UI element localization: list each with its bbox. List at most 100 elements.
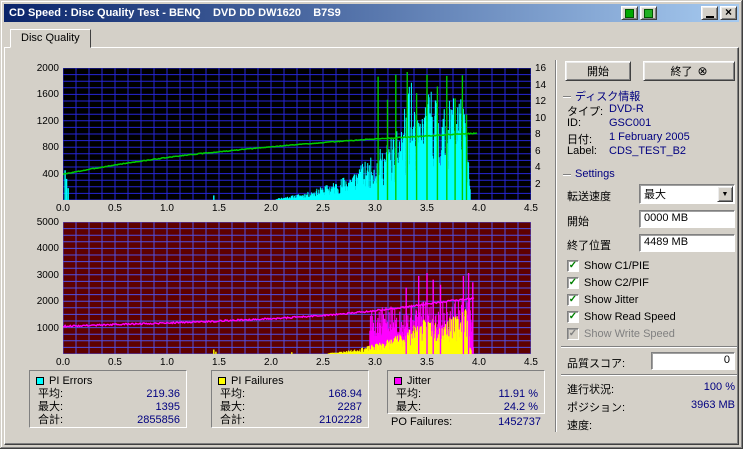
position-row: ポジション: 3963 MB xyxy=(567,399,735,415)
titlebar[interactable]: CD Speed : Disc Quality Test - BENQ DVD … xyxy=(4,4,739,22)
axis-tick: 2.0 xyxy=(264,203,278,214)
speed-select-label: 転送速度 xyxy=(567,191,611,203)
check-icon: ✓ xyxy=(568,311,578,322)
disc-info-header: ディスク情報 xyxy=(563,88,640,104)
position-value: 3963 MB xyxy=(690,399,735,411)
minimize-icon xyxy=(705,15,714,18)
axis-tick: 0.5 xyxy=(108,203,122,214)
axis-tick: 14 xyxy=(535,79,547,91)
disc-id-label: ID: xyxy=(567,117,582,129)
axis-tick: 2000 xyxy=(36,63,59,74)
axis-tick: 1.5 xyxy=(212,203,226,214)
speed-row: 速度: xyxy=(567,417,735,433)
disc-label-label: Label: xyxy=(567,145,597,157)
group-line xyxy=(563,95,571,97)
disc-type-value: DVD-R xyxy=(609,103,644,115)
legend-row: 最大: 1395 xyxy=(38,401,180,413)
axis-tick: 0.0 xyxy=(56,203,70,214)
chart-plot xyxy=(63,222,531,354)
axis-tick: 2000 xyxy=(36,296,59,308)
legend-title: PI Errors xyxy=(49,375,93,387)
legend-row: 平均: 11.91 % xyxy=(396,388,538,400)
chevron-down-icon: ▼ xyxy=(721,190,729,198)
axis-tick: 1600 xyxy=(36,89,59,101)
po-failures-row: PO Failures: 1452737 xyxy=(391,416,541,428)
axis-tick: 6 xyxy=(535,145,541,157)
axis-tick: 3.5 xyxy=(420,203,434,214)
jitter-swatch-icon xyxy=(394,377,402,385)
axis-tick: 3.5 xyxy=(420,357,434,368)
checkbox-show-c1-pie[interactable]: ✓ Show C1/PIE xyxy=(567,260,649,272)
legend-title: Jitter xyxy=(407,375,431,387)
legend-row: 最大: 2287 xyxy=(220,401,362,413)
pi-errors-swatch-icon xyxy=(36,377,44,385)
titlebar-green-save-button[interactable] xyxy=(640,6,657,20)
progress-row: 進行状況: 100 % xyxy=(567,381,735,397)
axis-tick: 4000 xyxy=(36,243,59,255)
legend-pi-failures: PI Failures 平均: 168.94 最大: 2287 合計: 2102228 xyxy=(211,370,369,428)
bottom-chart: 5000 4000 3000 2000 1000 0.0 0.5 1.0 1.5 2.0 2.5 3.… xyxy=(37,217,538,368)
axis-tick: 4.0 xyxy=(472,357,486,368)
axis-tick: 10 xyxy=(535,112,547,124)
checkbox-show-jitter[interactable]: ✓ Show Jitter xyxy=(567,294,638,306)
check-icon: ✓ xyxy=(568,294,578,305)
dropdown-button[interactable]: ▼ xyxy=(717,186,733,202)
checkbox-show-read-speed[interactable]: ✓ Show Read Speed xyxy=(567,311,676,323)
end-position-field[interactable]: 4489 MB xyxy=(639,234,735,252)
axis-tick: 1.0 xyxy=(160,203,174,214)
axis-tick: 8 xyxy=(535,129,541,140)
po-failures-value: 1452737 xyxy=(498,416,541,428)
axis-tick: 3000 xyxy=(36,269,59,281)
quality-score-label: 品質スコア: xyxy=(567,358,626,370)
axis-tick: 1000 xyxy=(36,322,59,334)
separator xyxy=(561,346,737,347)
legend-row: 平均: 168.94 xyxy=(220,388,362,400)
settings-header: Settings xyxy=(563,168,615,180)
disc-date-value: 1 February 2005 xyxy=(609,131,690,143)
end-position-label: 終了位置 xyxy=(567,240,611,252)
axis-tick: 4.0 xyxy=(472,203,486,214)
axis-tick: 3.0 xyxy=(368,357,382,368)
tab-disc-quality[interactable]: Disc Quality xyxy=(10,29,91,48)
checkbox-show-c2-pif[interactable]: ✓ Show C2/PIF xyxy=(567,277,649,289)
position-label: ポジション: xyxy=(567,402,626,414)
titlebar-green-chart-button[interactable] xyxy=(621,6,638,20)
speed-select[interactable]: 最大 ▼ xyxy=(639,184,735,204)
speed-select-value: 最大 xyxy=(644,189,666,201)
checkbox-box: ✓ xyxy=(567,328,579,340)
progress-label: 進行状況: xyxy=(567,384,615,396)
axis-tick: 1.5 xyxy=(212,357,226,368)
axis-tick: 3.0 xyxy=(368,203,382,214)
axis-tick: 400 xyxy=(42,168,59,180)
axis-tick: 800 xyxy=(42,142,59,154)
axis-tick: 2 xyxy=(535,178,541,190)
axis-tick: 2.5 xyxy=(316,357,330,368)
legend-row: 平均: 219.36 xyxy=(38,388,180,400)
disc-id-value: GSC001 xyxy=(609,117,652,129)
speed-label: 速度: xyxy=(567,420,593,432)
checkbox-box: ✓ xyxy=(567,260,579,272)
legend-pi-errors: PI Errors 平均: 219.36 最大: 1395 合計: 2855856 xyxy=(29,370,187,428)
axis-tick: 2.5 xyxy=(316,203,330,214)
axis-tick: 1.0 xyxy=(160,357,174,368)
checkbox-show-write-speed: ✓ Show Write Speed xyxy=(567,328,675,340)
close-icon: × xyxy=(724,5,732,19)
checkbox-box: ✓ xyxy=(567,294,579,306)
green-chart-icon xyxy=(625,8,634,18)
green-save-icon xyxy=(644,8,653,18)
legend-row: 合計: 2855856 xyxy=(38,414,180,426)
axis-tick: 1200 xyxy=(36,115,59,127)
quality-score-field: 0 xyxy=(651,352,735,370)
axis-tick: 16 xyxy=(535,63,547,74)
check-icon: ✓ xyxy=(568,260,578,271)
checkbox-box: ✓ xyxy=(567,311,579,323)
axis-tick: 5000 xyxy=(36,217,59,228)
close-button[interactable]: × xyxy=(720,6,737,20)
minimize-button[interactable] xyxy=(701,6,718,20)
exit-button[interactable]: 終了 ⊗ xyxy=(643,61,735,81)
axis-tick: 4.5 xyxy=(524,203,538,214)
start-position-field[interactable]: 0000 MB xyxy=(639,210,735,228)
legend-row: 最大: 24.2 % xyxy=(396,401,538,413)
start-button[interactable]: 開始 xyxy=(565,61,631,81)
axis-tick: 0.0 xyxy=(56,357,70,368)
